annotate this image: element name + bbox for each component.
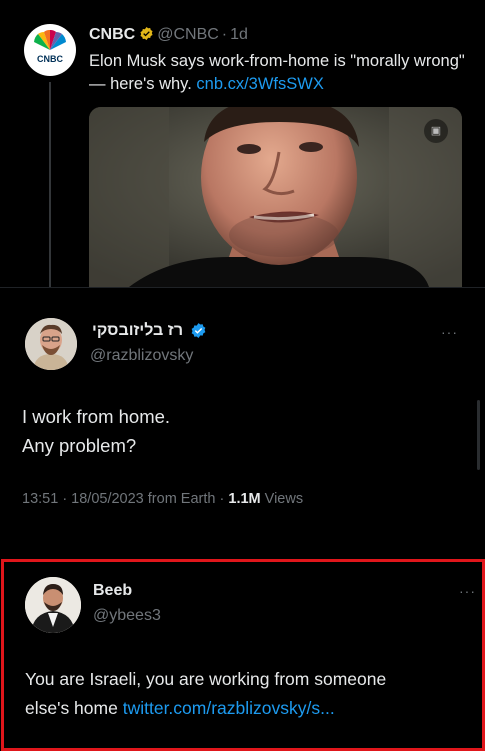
reply-more-options-icon[interactable]: ··· [459,583,476,599]
media-collection-icon[interactable]: ▣ [424,119,448,143]
main-more-options-icon[interactable]: ··· [441,324,458,340]
quoted-author-name[interactable]: CNBC [89,26,135,43]
views-label: Views [264,491,304,507]
divider [0,287,485,288]
elon-musk-photo [89,107,462,287]
blue-verified-badge-icon [191,323,206,338]
main-author-avatar[interactable] [25,318,77,370]
quoted-time[interactable]: 1d [230,26,248,43]
reply-author-name[interactable]: Beeb [93,582,132,600]
main-text-line-2: Any problem? [22,435,137,456]
cnbc-logo-wordmark: CNBC [37,54,63,64]
main-text-line-1: I work from home. [22,406,171,427]
main-tweet-timestamp[interactable]: 13:51 · 18/05/2023 from Earth [22,491,215,507]
quoted-tweet-link[interactable]: cnb.cx/3WfsSWX [196,75,323,93]
reply-author-avatar[interactable] [25,577,81,633]
gold-verified-badge-icon [140,26,153,41]
reply-author-handle[interactable]: @ybees3 [93,607,161,625]
reply-tweet-text: You are Israeli, you are working from so… [25,665,481,723]
thread-connector-line [49,82,51,287]
main-tweet-text: I work from home. Any problem? [22,402,170,460]
main-tweet-meta: 13:51 · 18/05/2023 from Earth · 1.1M Vie… [22,491,303,507]
quoted-handle[interactable]: @CNBC [157,26,219,43]
reply-text-line-1: You are Israeli, you are working from so… [25,669,387,689]
main-author-name[interactable]: רז בליזובסקי [92,322,183,340]
cnbc-avatar[interactable]: CNBC [24,24,76,76]
avatar-photo [25,318,77,370]
scrollbar[interactable] [477,400,480,470]
reply-text-line-2: else's home [25,698,118,718]
avatar-photo [25,577,81,633]
quoted-separator: · [221,26,228,43]
quoted-tweet-media[interactable]: ▣ [89,107,462,287]
main-author-handle[interactable]: @razblizovsky [90,347,193,365]
quoted-tweet-text: Elon Musk says work-from-home is "morall… [89,50,469,96]
cnbc-peacock-logo [30,29,70,62]
meta-separator: · [219,491,225,507]
quoted-tweet-header: CNBC @CNBC · 1d [89,26,248,44]
views-count: 1.1M [228,491,261,507]
reply-tweet-link[interactable]: twitter.com/razblizovsky/s... [123,698,335,718]
